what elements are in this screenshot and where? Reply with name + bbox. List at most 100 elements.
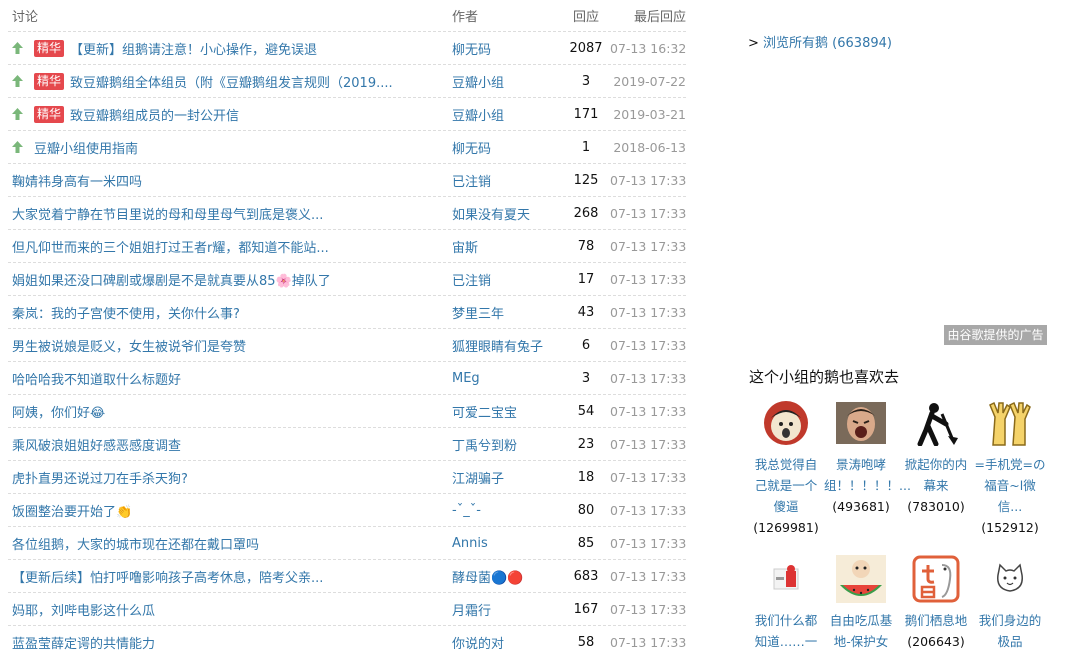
- related-group-count: (152912): [981, 520, 1039, 535]
- topic-title-link[interactable]: 秦岚：我的子宫使不使用，关你什么事?: [12, 303, 240, 322]
- topic-reply-count: 58: [577, 634, 595, 650]
- topic-title-cell: 蓝盈莹薛定谔的共情能力: [8, 633, 452, 652]
- topic-author-cell: 可爱二宝宝: [452, 402, 562, 421]
- watermelon-avatar[interactable]: [836, 555, 886, 603]
- topic-author-link[interactable]: 豆瓣小组: [452, 109, 504, 124]
- topic-reply-count: 23: [577, 436, 595, 452]
- topic-author-link[interactable]: 江湖骗子: [452, 472, 504, 487]
- topic-reply-count: 54: [577, 403, 595, 419]
- topic-last-reply-time: 07-13 17:33: [610, 502, 687, 518]
- topic-author-link[interactable]: 可爱二宝宝: [452, 406, 517, 421]
- topic-title-link[interactable]: 大家觉着宁静在节目里说的母和母里母气到底是褒义...: [12, 204, 323, 223]
- topic-title-link[interactable]: 男生被说娘是贬义，女生被说爷们是夸赞: [12, 336, 246, 355]
- cat-face-avatar[interactable]: [985, 556, 1035, 602]
- topic-author-link[interactable]: 豆瓣小组: [452, 76, 504, 91]
- related-group-name[interactable]: 鹅们栖息地: [899, 610, 973, 631]
- topic-title-link[interactable]: 虎扑直男还说过刀在手杀天狗?: [12, 468, 188, 487]
- raised-hands-avatar[interactable]: [985, 400, 1035, 446]
- topic-author-link[interactable]: 宙斯: [452, 241, 478, 256]
- related-group-name[interactable]: =手机党=の福音~l微信...: [973, 454, 1047, 517]
- topic-title-link[interactable]: 阿姨，你们好😂: [12, 402, 105, 421]
- topic-author-link[interactable]: 已注销: [452, 274, 491, 289]
- topic-last-reply-time: 07-13 17:33: [610, 403, 687, 419]
- related-group-name[interactable]: 自由吃瓜基地-保护女: [824, 610, 898, 652]
- topic-author-link[interactable]: 你说的对: [452, 637, 504, 652]
- table-header: 讨论 作者 回应 最后回应: [8, 0, 686, 32]
- col-last-reply-header: 最后回应: [633, 10, 686, 25]
- topic-title-link[interactable]: 哈哈哈我不知道取什么标题好: [12, 369, 181, 388]
- related-group-name[interactable]: 我们什么都知道……一: [749, 610, 823, 652]
- topic-title-link[interactable]: 乘风破浪姐姐好感恶感度调查: [12, 435, 181, 454]
- topic-title-cell: 精华 【更新】组鹅请注意！小心操作，避免误退: [8, 39, 452, 58]
- related-group-name[interactable]: 掀起你的内幕来: [899, 454, 973, 496]
- related-group-2[interactable]: 景涛咆哮组！！！！！... (493681): [824, 400, 911, 517]
- topic-last-reply-time: 07-13 17:33: [610, 370, 687, 386]
- related-group-5[interactable]: 我们什么都知道……一: [749, 556, 823, 652]
- table-row: 精华 致豆瓣鹅组全体组员（附《豆瓣鹅组发言规则（2019.... 豆瓣小组 3 2019…: [8, 65, 686, 98]
- topic-last-reply-time: 07-13 17:33: [610, 304, 687, 320]
- topic-author-link[interactable]: 柳无码: [452, 43, 491, 58]
- related-group-name[interactable]: 景涛咆哮组！！！！！...: [824, 454, 911, 496]
- topic-author-link[interactable]: 梦里三年: [452, 307, 504, 322]
- related-group-name[interactable]: 我总觉得自己就是一个傻逼: [749, 454, 823, 517]
- topic-title-link[interactable]: 致豆瓣鹅组成员的一封公开信: [70, 105, 239, 124]
- topic-author-link[interactable]: Annis: [452, 536, 488, 551]
- table-row: 饭圈整治要开始了👏 -ˇ_ˇ- 80 07-13 17:33: [8, 494, 686, 527]
- related-group-4[interactable]: =手机党=の福音~l微信... (152912): [973, 400, 1047, 538]
- featured-badge: 精华: [34, 72, 65, 90]
- related-group-1[interactable]: 我总觉得自己就是一个傻逼 (1269981): [749, 400, 823, 538]
- red-figure-avatar[interactable]: [761, 556, 811, 602]
- topic-reply-count: 80: [577, 502, 595, 518]
- topic-author-link[interactable]: 月霜行: [452, 604, 491, 619]
- related-group-7[interactable]: 鹅们栖息地 (206643): [899, 555, 973, 652]
- topic-title-link[interactable]: 蓝盈莹薛定谔的共情能力: [12, 633, 155, 652]
- topic-title-link[interactable]: 各位组鹅，大家的城市现在还都在戴口罩吗: [12, 534, 259, 553]
- topic-title-link[interactable]: 妈耶，刘哔电影这什么瓜: [12, 600, 155, 619]
- table-row: 但凡仰世而来的三个姐姐打过王者r耀，都知道不能站... 宙斯 78 07-13 17:…: [8, 230, 686, 263]
- topic-author-cell: 你说的对: [452, 633, 562, 652]
- topic-title-cell: 精华 致豆瓣鹅组成员的一封公开信: [8, 105, 452, 124]
- topic-last-reply-time: 07-13 17:33: [610, 469, 687, 485]
- pinned-arrow-icon: [12, 107, 28, 121]
- topic-author-link[interactable]: 已注销: [452, 175, 491, 190]
- topic-author-link[interactable]: 丁禹兮到粉: [452, 439, 517, 454]
- topic-author-cell: 丁禹兮到粉: [452, 435, 562, 454]
- topic-title-cell: 【更新后续】怕打呼噜影响孩子高考休息，陪考父亲...: [8, 567, 452, 586]
- topic-title-link[interactable]: 饭圈整治要开始了👏: [12, 501, 132, 520]
- topic-title-cell: 但凡仰世而来的三个姐姐打过王者r耀，都知道不能站...: [8, 237, 452, 256]
- topic-author-link[interactable]: 狐狸眼睛有兔子: [452, 340, 543, 355]
- qizu-logo-avatar[interactable]: [911, 555, 961, 603]
- topic-reply-count: 78: [577, 238, 595, 254]
- browse-all-members-link[interactable]: > 浏览所有鹅 (663894): [748, 32, 892, 51]
- topic-last-reply-time: 07-13 16:32: [610, 40, 687, 56]
- related-group-name[interactable]: 我们身边的极品: [973, 610, 1047, 652]
- table-row: 阿姨，你们好😂 可爱二宝宝 54 07-13 17:33: [8, 395, 686, 428]
- topic-title-link[interactable]: 鞠婧祎身高有一米四吗: [12, 171, 142, 190]
- related-group-3[interactable]: 掀起你的内幕来 (783010): [899, 400, 973, 517]
- digging-man-avatar[interactable]: [911, 400, 961, 446]
- topic-title-link[interactable]: 【更新】组鹅请注意！小心操作，避免误退: [70, 39, 317, 58]
- table-row: 虎扑直男还说过刀在手杀天狗? 江湖骗子 18 07-13 17:33: [8, 461, 686, 494]
- topic-title-link[interactable]: 【更新后续】怕打呼噜影响孩子高考休息，陪考父亲...: [12, 567, 323, 586]
- shouting-man-avatar[interactable]: [836, 400, 886, 446]
- topic-title-link[interactable]: 但凡仰世而来的三个姐姐打过王者r耀，都知道不能站...: [12, 237, 329, 256]
- google-ad-label[interactable]: 由谷歌提供的广告: [944, 325, 1047, 345]
- topic-author-link[interactable]: 柳无码: [452, 142, 491, 157]
- topic-title-link[interactable]: 豆瓣小组使用指南: [34, 138, 138, 157]
- topic-title-link[interactable]: 娟姐如果还没口碑剧或爆剧是不是就真要从85🌸掉队了: [12, 270, 331, 289]
- topic-reply-count: 683: [573, 568, 599, 584]
- related-group-count: (493681): [832, 499, 890, 514]
- topic-title-link[interactable]: 致豆瓣鹅组全体组员（附《豆瓣鹅组发言规则（2019....: [70, 72, 393, 91]
- topic-author-cell: 豆瓣小组: [452, 72, 562, 91]
- topic-author-link[interactable]: -ˇ_ˇ-: [452, 503, 481, 518]
- topic-author-link[interactable]: 酵母菌🔵🔴: [452, 571, 523, 586]
- topic-author-cell: 宙斯: [452, 237, 562, 256]
- topic-author-link[interactable]: MEg: [452, 371, 480, 386]
- table-row: 大家觉着宁静在节目里说的母和母里母气到底是褒义... 如果没有夏天 268 07-13…: [8, 197, 686, 230]
- related-group-6[interactable]: 自由吃瓜基地-保护女: [824, 555, 898, 652]
- topic-reply-count: 3: [581, 73, 591, 89]
- related-group-8[interactable]: 我们身边的极品: [973, 556, 1047, 652]
- browse-prefix: >: [748, 36, 759, 51]
- topic-author-link[interactable]: 如果没有夏天: [452, 208, 530, 223]
- screaming-face-avatar[interactable]: [761, 400, 811, 446]
